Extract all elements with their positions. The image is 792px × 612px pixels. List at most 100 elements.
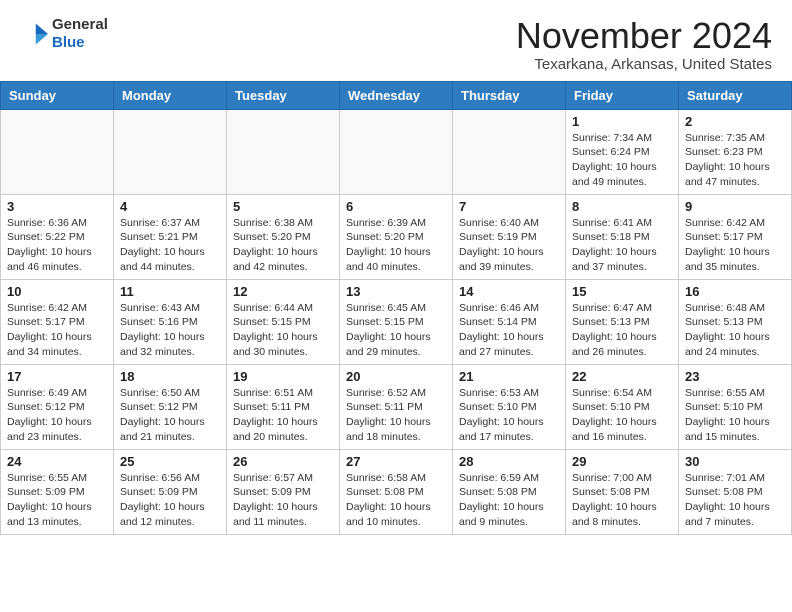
calendar-cell xyxy=(114,109,227,194)
day-number: 10 xyxy=(7,284,107,299)
day-detail: Sunrise: 6:36 AM Sunset: 5:22 PM Dayligh… xyxy=(7,216,107,275)
day-number: 15 xyxy=(572,284,672,299)
day-number: 28 xyxy=(459,454,559,469)
day-number: 18 xyxy=(120,369,220,384)
day-number: 22 xyxy=(572,369,672,384)
location: Texarkana, Arkansas, United States xyxy=(516,56,772,73)
calendar-cell: 13 Sunrise: 6:45 AM Sunset: 5:15 PM Dayli… xyxy=(340,279,453,364)
day-detail: Sunrise: 6:57 AM Sunset: 5:09 PM Dayligh… xyxy=(233,471,333,530)
calendar-cell xyxy=(227,109,340,194)
calendar-cell: 8 Sunrise: 6:41 AM Sunset: 5:18 PM Daylig… xyxy=(566,194,679,279)
calendar-cell xyxy=(453,109,566,194)
calendar-cell xyxy=(340,109,453,194)
header-thursday: Thursday xyxy=(453,81,566,109)
day-number: 17 xyxy=(7,369,107,384)
logo-text: General Blue xyxy=(52,16,108,52)
day-number: 5 xyxy=(233,199,333,214)
calendar-week-0: 1Sunrise: 7:34 AM Sunset: 6:24 PM Daylig… xyxy=(1,109,792,194)
calendar-cell: 10Sunrise: 6:42 AM Sunset: 5:17 PM Dayli… xyxy=(1,279,114,364)
day-detail: Sunrise: 6:42 AM Sunset: 5:17 PM Dayligh… xyxy=(685,216,785,275)
day-detail: Sunrise: 6:51 AM Sunset: 5:11 PM Dayligh… xyxy=(233,386,333,445)
page-header: General Blue November 2024 Texarkana, Ar… xyxy=(0,0,792,81)
header-saturday: Saturday xyxy=(679,81,792,109)
day-number: 21 xyxy=(459,369,559,384)
calendar-cell: 19 Sunrise: 6:51 AM Sunset: 5:11 PM Dayli… xyxy=(227,364,340,449)
calendar-cell: 12Sunrise: 6:44 AM Sunset: 5:15 PM Dayli… xyxy=(227,279,340,364)
day-number: 27 xyxy=(346,454,446,469)
calendar-cell: 20Sunrise: 6:52 AM Sunset: 5:11 PM Dayli… xyxy=(340,364,453,449)
day-number: 3 xyxy=(7,199,107,214)
day-number: 16 xyxy=(685,284,785,299)
day-number: 14 xyxy=(459,284,559,299)
calendar-cell: 29 Sunrise: 7:00 AM Sunset: 5:08 PM Dayli… xyxy=(566,449,679,534)
calendar-cell: 1Sunrise: 7:34 AM Sunset: 6:24 PM Daylig… xyxy=(566,109,679,194)
day-detail: Sunrise: 6:58 AM Sunset: 5:08 PM Dayligh… xyxy=(346,471,446,530)
header-wednesday: Wednesday xyxy=(340,81,453,109)
calendar-week-4: 24 Sunrise: 6:55 AM Sunset: 5:09 PM Dayli… xyxy=(1,449,792,534)
calendar-week-2: 10Sunrise: 6:42 AM Sunset: 5:17 PM Dayli… xyxy=(1,279,792,364)
weekday-header-row: Sunday Monday Tuesday Wednesday Thursday… xyxy=(1,81,792,109)
calendar-table: Sunday Monday Tuesday Wednesday Thursday… xyxy=(0,81,792,535)
day-detail: Sunrise: 6:48 AM Sunset: 5:13 PM Dayligh… xyxy=(685,301,785,360)
day-number: 8 xyxy=(572,199,672,214)
calendar-cell: 2 Sunrise: 7:35 AM Sunset: 6:23 PM Daylig… xyxy=(679,109,792,194)
day-detail: Sunrise: 6:46 AM Sunset: 5:14 PM Dayligh… xyxy=(459,301,559,360)
logo-icon xyxy=(20,20,48,48)
month-title: November 2024 xyxy=(516,16,772,56)
day-detail: Sunrise: 7:00 AM Sunset: 5:08 PM Dayligh… xyxy=(572,471,672,530)
calendar-cell: 30Sunrise: 7:01 AM Sunset: 5:08 PM Dayli… xyxy=(679,449,792,534)
day-detail: Sunrise: 6:55 AM Sunset: 5:10 PM Dayligh… xyxy=(685,386,785,445)
day-detail: Sunrise: 7:35 AM Sunset: 6:23 PM Dayligh… xyxy=(685,131,785,190)
calendar-cell: 25Sunrise: 6:56 AM Sunset: 5:09 PM Dayli… xyxy=(114,449,227,534)
day-number: 4 xyxy=(120,199,220,214)
calendar-cell: 28 Sunrise: 6:59 AM Sunset: 5:08 PM Dayli… xyxy=(453,449,566,534)
calendar-cell: 9 Sunrise: 6:42 AM Sunset: 5:17 PM Daylig… xyxy=(679,194,792,279)
day-number: 9 xyxy=(685,199,785,214)
calendar-week-1: 3 Sunrise: 6:36 AM Sunset: 5:22 PM Daylig… xyxy=(1,194,792,279)
calendar-cell: 27 Sunrise: 6:58 AM Sunset: 5:08 PM Dayli… xyxy=(340,449,453,534)
calendar-cell: 16 Sunrise: 6:48 AM Sunset: 5:13 PM Dayli… xyxy=(679,279,792,364)
calendar-cell: 22 Sunrise: 6:54 AM Sunset: 5:10 PM Dayli… xyxy=(566,364,679,449)
calendar-cell xyxy=(1,109,114,194)
calendar-cell: 3 Sunrise: 6:36 AM Sunset: 5:22 PM Daylig… xyxy=(1,194,114,279)
calendar-cell: 21 Sunrise: 6:53 AM Sunset: 5:10 PM Dayli… xyxy=(453,364,566,449)
calendar-cell: 11Sunrise: 6:43 AM Sunset: 5:16 PM Dayli… xyxy=(114,279,227,364)
calendar-cell: 24 Sunrise: 6:55 AM Sunset: 5:09 PM Dayli… xyxy=(1,449,114,534)
day-detail: Sunrise: 6:37 AM Sunset: 5:21 PM Dayligh… xyxy=(120,216,220,275)
day-detail: Sunrise: 6:41 AM Sunset: 5:18 PM Dayligh… xyxy=(572,216,672,275)
day-detail: Sunrise: 6:45 AM Sunset: 5:15 PM Dayligh… xyxy=(346,301,446,360)
day-detail: Sunrise: 6:59 AM Sunset: 5:08 PM Dayligh… xyxy=(459,471,559,530)
day-number: 6 xyxy=(346,199,446,214)
day-number: 12 xyxy=(233,284,333,299)
calendar-cell: 4 Sunrise: 6:37 AM Sunset: 5:21 PM Daylig… xyxy=(114,194,227,279)
day-number: 13 xyxy=(346,284,446,299)
day-number: 1 xyxy=(572,114,672,129)
calendar-cell: 23 Sunrise: 6:55 AM Sunset: 5:10 PM Dayli… xyxy=(679,364,792,449)
day-number: 24 xyxy=(7,454,107,469)
calendar-week-3: 17Sunrise: 6:49 AM Sunset: 5:12 PM Dayli… xyxy=(1,364,792,449)
day-detail: Sunrise: 6:47 AM Sunset: 5:13 PM Dayligh… xyxy=(572,301,672,360)
day-detail: Sunrise: 6:50 AM Sunset: 5:12 PM Dayligh… xyxy=(120,386,220,445)
calendar-cell: 15 Sunrise: 6:47 AM Sunset: 5:13 PM Dayli… xyxy=(566,279,679,364)
logo-blue: Blue xyxy=(52,34,108,52)
title-block: November 2024 Texarkana, Arkansas, Unite… xyxy=(516,16,772,73)
day-number: 19 xyxy=(233,369,333,384)
day-number: 7 xyxy=(459,199,559,214)
day-number: 30 xyxy=(685,454,785,469)
calendar-header: Sunday Monday Tuesday Wednesday Thursday… xyxy=(1,81,792,109)
day-number: 2 xyxy=(685,114,785,129)
day-number: 29 xyxy=(572,454,672,469)
day-detail: Sunrise: 6:56 AM Sunset: 5:09 PM Dayligh… xyxy=(120,471,220,530)
calendar-wrapper: Sunday Monday Tuesday Wednesday Thursday… xyxy=(0,81,792,545)
logo: General Blue xyxy=(20,16,108,52)
day-number: 23 xyxy=(685,369,785,384)
calendar-body: 1Sunrise: 7:34 AM Sunset: 6:24 PM Daylig… xyxy=(1,109,792,534)
header-friday: Friday xyxy=(566,81,679,109)
calendar-cell: 5Sunrise: 6:38 AM Sunset: 5:20 PM Daylig… xyxy=(227,194,340,279)
header-tuesday: Tuesday xyxy=(227,81,340,109)
day-detail: Sunrise: 6:53 AM Sunset: 5:10 PM Dayligh… xyxy=(459,386,559,445)
day-detail: Sunrise: 6:54 AM Sunset: 5:10 PM Dayligh… xyxy=(572,386,672,445)
day-detail: Sunrise: 6:40 AM Sunset: 5:19 PM Dayligh… xyxy=(459,216,559,275)
day-detail: Sunrise: 6:55 AM Sunset: 5:09 PM Dayligh… xyxy=(7,471,107,530)
calendar-cell: 6Sunrise: 6:39 AM Sunset: 5:20 PM Daylig… xyxy=(340,194,453,279)
